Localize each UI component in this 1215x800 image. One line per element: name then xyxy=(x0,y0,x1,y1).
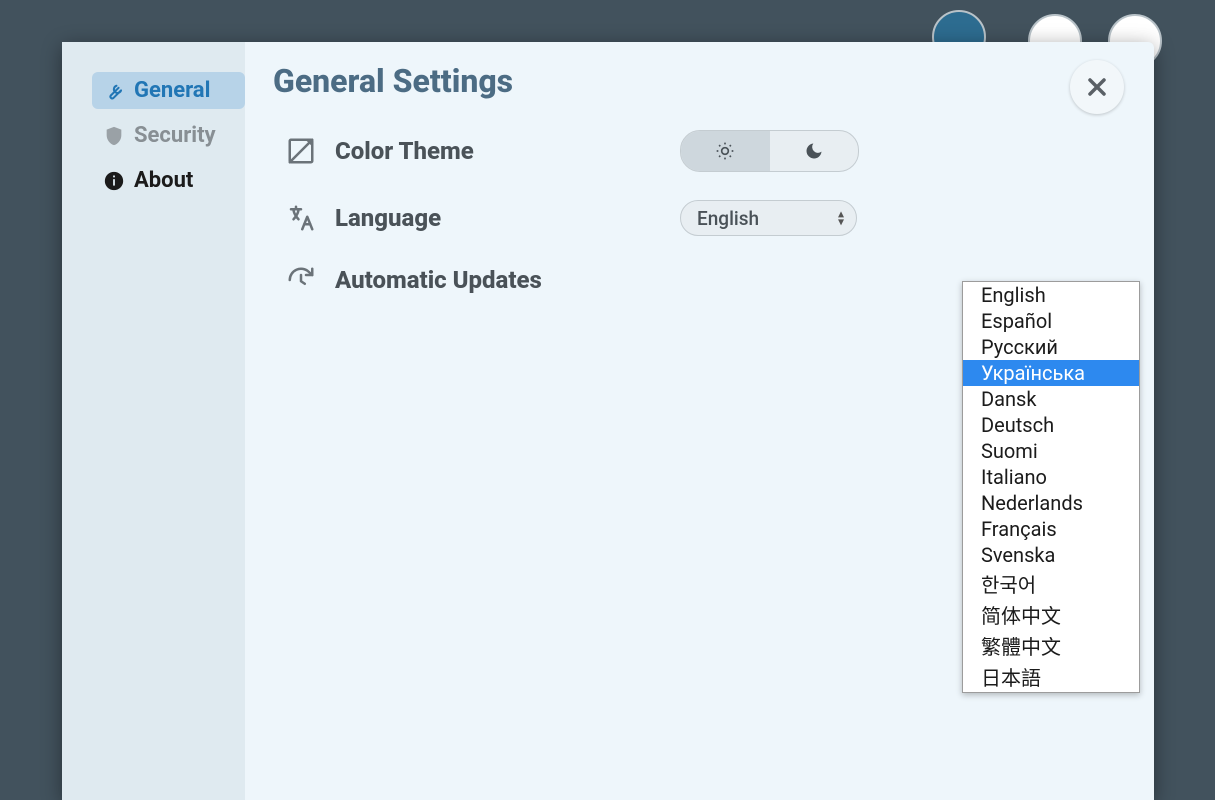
setting-row-language: Language English ▴▾ xyxy=(273,200,1126,236)
theme-icon xyxy=(285,135,317,167)
language-option[interactable]: 日本語 xyxy=(963,661,1139,692)
translate-icon xyxy=(285,202,317,234)
language-option[interactable]: Français xyxy=(963,516,1139,542)
language-option[interactable]: Українська xyxy=(963,360,1139,386)
language-option[interactable]: 简体中文 xyxy=(963,599,1139,630)
language-option[interactable]: Deutsch xyxy=(963,412,1139,438)
language-option[interactable]: Español xyxy=(963,308,1139,334)
moon-icon xyxy=(804,141,824,161)
shield-icon xyxy=(102,124,126,148)
setting-label-text: Color Theme xyxy=(335,137,474,165)
update-icon xyxy=(285,264,317,296)
setting-label-text: Automatic Updates xyxy=(335,266,542,294)
theme-light-button[interactable] xyxy=(681,131,770,171)
info-icon xyxy=(102,169,126,193)
language-option[interactable]: 繁體中文 xyxy=(963,630,1139,661)
sidebar-item-about[interactable]: About xyxy=(92,162,245,199)
language-select-value: English xyxy=(697,207,759,230)
close-button[interactable] xyxy=(1070,60,1124,114)
language-option[interactable]: Dansk xyxy=(963,386,1139,412)
language-option[interactable]: English xyxy=(963,282,1139,308)
setting-row-theme: Color Theme xyxy=(273,130,1126,172)
language-option[interactable]: Svenska xyxy=(963,542,1139,568)
language-option[interactable]: Русский xyxy=(963,334,1139,360)
chevron-up-down-icon: ▴▾ xyxy=(838,210,844,227)
settings-modal: General Security About General Settings xyxy=(62,42,1154,800)
language-option[interactable]: Italiano xyxy=(963,464,1139,490)
close-icon xyxy=(1083,73,1111,101)
wrench-icon xyxy=(102,79,126,103)
language-dropdown: EnglishEspañolРусскийУкраїнськаDanskDeut… xyxy=(962,281,1140,693)
sidebar-item-security[interactable]: Security xyxy=(92,117,245,154)
language-option[interactable]: 한국어 xyxy=(963,568,1139,599)
page-title: General Settings xyxy=(273,62,1126,100)
sidebar-item-label: General xyxy=(134,78,210,103)
theme-toggle xyxy=(680,130,859,172)
settings-sidebar: General Security About xyxy=(62,42,245,800)
language-option[interactable]: Nederlands xyxy=(963,490,1139,516)
setting-label-text: Language xyxy=(335,204,441,232)
theme-dark-button[interactable] xyxy=(770,131,859,171)
sidebar-item-general[interactable]: General xyxy=(92,72,245,109)
sidebar-item-label: About xyxy=(134,168,193,193)
language-select[interactable]: English ▴▾ xyxy=(680,200,857,236)
settings-content: General Settings Color Theme xyxy=(245,42,1154,800)
language-option[interactable]: Suomi xyxy=(963,438,1139,464)
sun-icon xyxy=(715,141,735,161)
sidebar-item-label: Security xyxy=(134,123,216,148)
